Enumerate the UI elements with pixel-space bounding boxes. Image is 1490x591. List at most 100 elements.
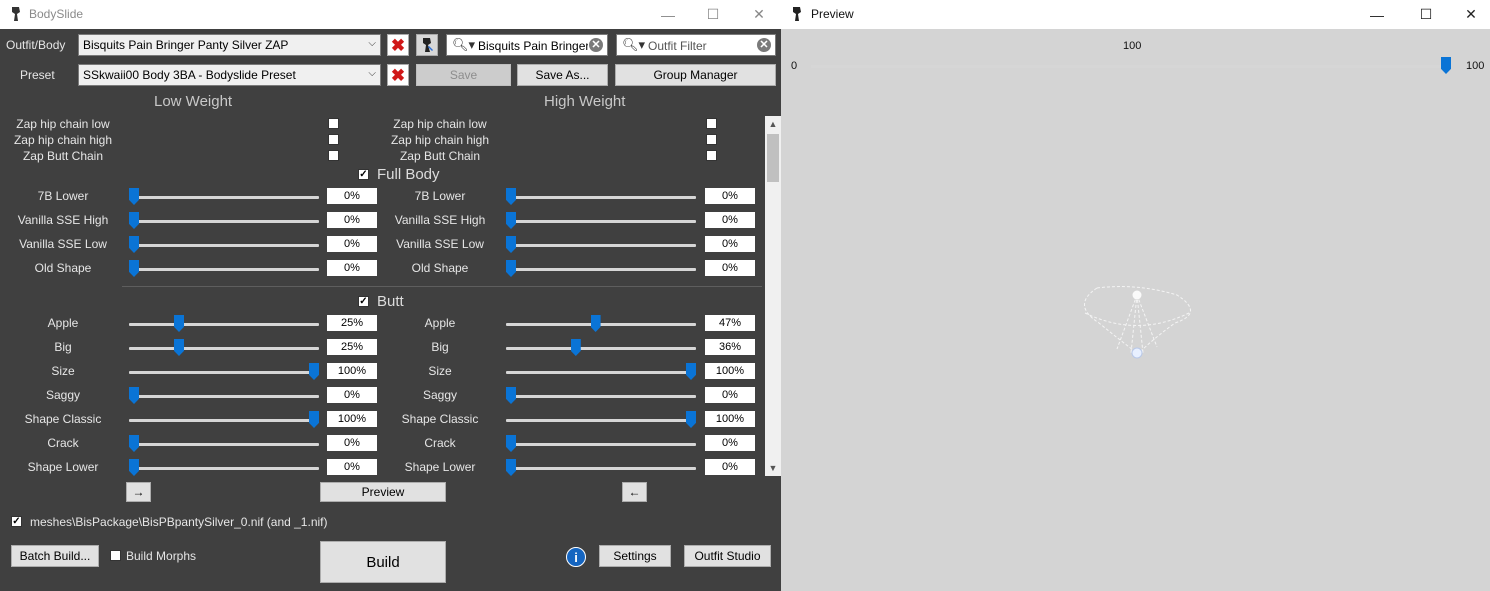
slider-value-low[interactable]: 25%: [327, 339, 377, 355]
scroll-down-icon[interactable]: ▼: [765, 460, 781, 476]
slider-scrollbar[interactable]: ▲ ▼: [765, 116, 781, 476]
slider-value-high[interactable]: 0%: [705, 236, 755, 252]
close-button[interactable]: ✕: [1451, 0, 1490, 29]
slider-thumb-high[interactable]: [506, 188, 516, 205]
zap-checkbox-low[interactable]: [328, 150, 339, 161]
slider-value-low[interactable]: 25%: [327, 315, 377, 331]
slider-track-high[interactable]: [506, 244, 696, 247]
slider-thumb-low[interactable]: [174, 339, 184, 356]
slider-track-high[interactable]: [506, 347, 696, 350]
zap-checkbox-low[interactable]: [328, 118, 339, 129]
slider-thumb-high[interactable]: [686, 363, 696, 380]
slider-thumb-low[interactable]: [129, 188, 139, 205]
slider-track-high[interactable]: [506, 196, 696, 199]
slider-value-low[interactable]: 0%: [327, 212, 377, 228]
slider-track-low[interactable]: [129, 371, 319, 374]
group-checkbox[interactable]: ✓: [358, 296, 369, 307]
weight-slider-track[interactable]: [811, 65, 1451, 68]
slider-track-high[interactable]: [506, 220, 696, 223]
mesh-path-label: meshes\BisPackage\BisPBpantySilver_0.nif…: [30, 515, 328, 529]
slider-thumb-high[interactable]: [506, 435, 516, 452]
slider-value-high[interactable]: 0%: [705, 212, 755, 228]
slider-value-low[interactable]: 0%: [327, 387, 377, 403]
slider-track-low[interactable]: [129, 419, 319, 422]
body-mesh-preview[interactable]: [1081, 283, 1193, 365]
slider-thumb-high[interactable]: [506, 212, 516, 229]
settings-button[interactable]: Settings: [599, 545, 671, 567]
zap-label-high: Zap hip chain high: [390, 133, 490, 147]
slider-value-high[interactable]: 100%: [705, 363, 755, 379]
zap-checkbox-high[interactable]: [706, 134, 717, 145]
slider-value-high[interactable]: 36%: [705, 339, 755, 355]
slider-track-high[interactable]: [506, 395, 696, 398]
slider-value-low[interactable]: 0%: [327, 435, 377, 451]
slider-value-high[interactable]: 47%: [705, 315, 755, 331]
slider-track-low[interactable]: [129, 244, 319, 247]
group-separator: [122, 286, 762, 287]
minimize-button[interactable]: —: [1357, 0, 1397, 29]
slider-value-low[interactable]: 100%: [327, 363, 377, 379]
slider-track-low[interactable]: [129, 268, 319, 271]
slider-value-low[interactable]: 0%: [327, 188, 377, 204]
preview-button[interactable]: Preview: [320, 482, 446, 502]
info-icon[interactable]: i: [566, 547, 586, 567]
slider-thumb-high[interactable]: [570, 339, 581, 356]
slider-value-low[interactable]: 0%: [327, 236, 377, 252]
slider-track-low[interactable]: [129, 196, 319, 199]
scroll-up-icon[interactable]: ▲: [765, 116, 781, 132]
outfit-studio-button[interactable]: Outfit Studio: [684, 545, 771, 567]
slider-thumb-high[interactable]: [590, 315, 601, 332]
slider-thumb-low[interactable]: [129, 459, 139, 476]
slider-track-low[interactable]: [129, 467, 319, 470]
slider-thumb-low[interactable]: [174, 315, 184, 332]
zap-label-low: Zap Butt Chain: [22, 149, 104, 163]
slider-label-high: Shape Classic: [401, 412, 479, 426]
group-checkbox[interactable]: ✓: [358, 169, 369, 180]
slider-thumb-low[interactable]: [129, 387, 139, 404]
slider-thumb-low[interactable]: [129, 260, 139, 277]
slider-thumb-low[interactable]: [129, 435, 139, 452]
build-morphs-checkbox[interactable]: [110, 550, 121, 561]
slider-thumb-high[interactable]: [506, 260, 516, 277]
weight-slider-thumb[interactable]: [1441, 57, 1451, 74]
zap-checkbox-high[interactable]: [706, 150, 717, 161]
slider-track-high[interactable]: [506, 443, 696, 446]
slider-value-low[interactable]: 0%: [327, 459, 377, 475]
slider-value-high[interactable]: 0%: [705, 459, 755, 475]
maximize-button[interactable]: ☐: [1406, 0, 1446, 29]
slider-thumb-high[interactable]: [506, 387, 516, 404]
slider-value-low[interactable]: 100%: [327, 411, 377, 427]
slider-thumb-low[interactable]: [129, 212, 139, 229]
slider-track-high[interactable]: [506, 323, 696, 326]
zap-checkbox-low[interactable]: [328, 134, 339, 145]
slider-thumb-high[interactable]: [506, 236, 516, 253]
slider-thumb-low[interactable]: [309, 363, 319, 380]
slider-track-high[interactable]: [506, 371, 696, 374]
batch-build-button[interactable]: Batch Build...: [11, 545, 99, 567]
slider-track-high[interactable]: [506, 419, 696, 422]
slider-thumb-low[interactable]: [129, 236, 139, 253]
slider-track-low[interactable]: [129, 395, 319, 398]
slider-track-high[interactable]: [506, 268, 696, 271]
slider-value-high[interactable]: 0%: [705, 387, 755, 403]
copy-high-to-low-button[interactable]: ←: [622, 482, 647, 502]
slider-track-low[interactable]: [129, 323, 319, 326]
slider-track-low[interactable]: [129, 347, 319, 350]
slider-thumb-low[interactable]: [309, 411, 319, 428]
slider-value-high[interactable]: 0%: [705, 188, 755, 204]
slider-value-low[interactable]: 0%: [327, 260, 377, 276]
slider-track-low[interactable]: [129, 443, 319, 446]
scrollbar-thumb[interactable]: [767, 134, 779, 182]
build-button[interactable]: Build: [320, 541, 446, 583]
zap-checkbox-high[interactable]: [706, 118, 717, 129]
slider-value-high[interactable]: 0%: [705, 260, 755, 276]
slider-value-high[interactable]: 0%: [705, 435, 755, 451]
slider-thumb-high[interactable]: [506, 459, 516, 476]
slider-value-high[interactable]: 100%: [705, 411, 755, 427]
copy-low-to-high-button[interactable]: →: [126, 482, 151, 502]
slider-track-low[interactable]: [129, 220, 319, 223]
slider-label-low: Size: [51, 364, 75, 378]
slider-thumb-high[interactable]: [686, 411, 696, 428]
mesh-path-checkbox[interactable]: ✓: [11, 516, 22, 527]
slider-track-high[interactable]: [506, 467, 696, 470]
